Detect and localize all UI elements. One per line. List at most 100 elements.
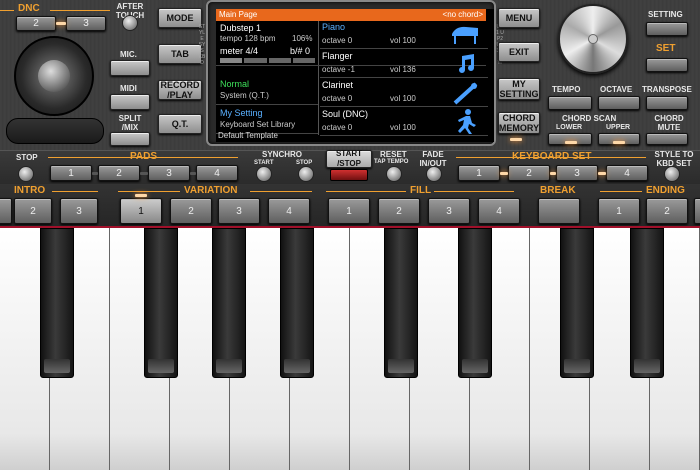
record-play-button[interactable]: RECORD /PLAY	[158, 80, 202, 100]
octave-label: OCTAVE	[600, 85, 633, 94]
black-key[interactable]	[40, 228, 74, 378]
set-button[interactable]	[646, 58, 688, 72]
variation-4[interactable]: 4	[268, 198, 310, 224]
keyboard	[0, 228, 700, 470]
jog-wheel[interactable]	[14, 36, 94, 116]
transpose-button[interactable]	[646, 96, 688, 110]
display-footer: Default Template	[218, 131, 278, 140]
pad-stop-knob[interactable]	[18, 166, 34, 182]
my-setting-button[interactable]: MY SETTING	[498, 78, 540, 100]
kbd-set-led-2	[550, 172, 556, 175]
kbd-set-3[interactable]: 3	[556, 165, 598, 181]
part-octave: octave 0	[322, 94, 353, 103]
arranger-app: DNC 2 3 AFTER TOUCH MIC. MIDI SPLIT /MIX…	[0, 0, 700, 470]
reset-knob[interactable]	[386, 166, 402, 182]
split-mix-button[interactable]	[110, 132, 150, 146]
pad-3[interactable]: 3	[148, 165, 190, 181]
dial[interactable]	[558, 4, 628, 74]
setting-label: SETTING	[648, 10, 683, 19]
kbd-set-1[interactable]: 1	[458, 165, 500, 181]
pad-led-3	[190, 172, 196, 175]
beat-indicator	[220, 58, 315, 63]
fill-1[interactable]: 1	[328, 198, 370, 224]
synchro-stop-knob[interactable]	[298, 166, 314, 182]
chord-mute-button[interactable]	[646, 133, 688, 145]
chord-memory-led	[510, 138, 522, 141]
qt-button[interactable]: Q.T.	[158, 114, 202, 134]
synchro-start-knob[interactable]	[256, 166, 272, 182]
chord-scan-upper-led	[613, 141, 625, 144]
jog-wheel-center	[38, 60, 70, 92]
synchro-label: SYNCHRO	[262, 150, 303, 159]
pad-1[interactable]: 1	[50, 165, 92, 181]
black-key[interactable]	[212, 228, 246, 378]
ending-1[interactable]: 1	[598, 198, 640, 224]
chord-scan-lower-led	[565, 141, 577, 144]
black-key[interactable]	[630, 228, 664, 378]
tempo-down-button[interactable]	[548, 96, 592, 110]
mic-button[interactable]	[110, 60, 150, 76]
intro-3[interactable]: 3	[60, 198, 98, 224]
transpose-label: TRANSPOSE	[642, 85, 692, 94]
fill-3[interactable]: 3	[428, 198, 470, 224]
pad-4[interactable]: 4	[196, 165, 238, 181]
after-touch-knob[interactable]	[122, 15, 138, 31]
fade-knob[interactable]	[426, 166, 442, 182]
chord-memory-button[interactable]: CHORD MEMORY	[498, 112, 540, 134]
dnc-button-3[interactable]: 3	[66, 16, 106, 31]
touch-pad[interactable]	[6, 118, 104, 144]
display-header[interactable]: Main Page <no chord>	[216, 9, 486, 21]
variation-2[interactable]: 2	[170, 198, 212, 224]
black-key[interactable]	[384, 228, 418, 378]
mode-button[interactable]: MODE	[158, 8, 202, 28]
variation-1[interactable]: 1	[120, 198, 162, 224]
ending-3-edge[interactable]	[694, 198, 700, 224]
start-stop-button[interactable]: START /STOP	[326, 149, 372, 168]
keyboard-set-row[interactable]: My Setting Keyboard Set Library	[216, 106, 318, 134]
pad-led-1	[92, 172, 98, 175]
black-key[interactable]	[280, 228, 314, 378]
note-icon	[459, 54, 474, 73]
style-tempo: tempo 128 bpm	[220, 34, 276, 43]
exit-button[interactable]: EXIT	[498, 42, 540, 62]
part-row-lower[interactable]: Soul (DNC) octave 0 vol 100	[320, 108, 488, 136]
black-key[interactable]	[560, 228, 594, 378]
break-button[interactable]	[538, 198, 580, 224]
style-to-kbd-knob[interactable]	[664, 166, 680, 182]
black-key[interactable]	[144, 228, 178, 378]
fill-2[interactable]: 2	[378, 198, 420, 224]
midi-button[interactable]	[110, 94, 150, 110]
ending-label: ENDING	[646, 185, 685, 196]
octave-button[interactable]	[598, 96, 640, 110]
display-screen: Main Page <no chord> Dubstep 1 tempo 128…	[216, 9, 494, 142]
variation-3[interactable]: 3	[218, 198, 260, 224]
part-volume: vol 100	[390, 94, 416, 103]
kbd-set-2[interactable]: 2	[508, 165, 550, 181]
intro-2[interactable]: 2	[14, 198, 52, 224]
intro-1-edge[interactable]	[0, 198, 12, 224]
part-octave: octave 0	[322, 123, 353, 132]
dnc-led	[56, 22, 66, 25]
menu-button[interactable]: MENU	[498, 8, 540, 28]
dnc-button-2[interactable]: 2	[16, 16, 56, 31]
system-row[interactable]: Normal System (Q.T.)	[216, 77, 318, 105]
setting-button[interactable]	[646, 22, 688, 36]
style-transpose: b/# 0	[290, 46, 311, 56]
fill-4[interactable]: 4	[478, 198, 520, 224]
tab-button[interactable]: TAB	[158, 44, 202, 64]
split-mix-label: SPLIT /MIX	[118, 114, 142, 132]
fill-line	[326, 191, 406, 192]
part-row-upper1[interactable]: Piano octave 0 vol 100	[320, 21, 488, 49]
fill-label: FILL	[410, 185, 432, 196]
ending-line	[600, 191, 642, 192]
dancer-icon	[458, 109, 476, 134]
part-name: Flanger	[322, 51, 353, 61]
ending-2[interactable]: 2	[646, 198, 688, 224]
upper-label: UPPER	[606, 124, 631, 131]
part-row-upper3[interactable]: Clarinet octave 0 vol 100	[320, 79, 488, 107]
pad-2[interactable]: 2	[98, 165, 140, 181]
keyboard-set-line	[456, 157, 646, 158]
kbd-set-4[interactable]: 4	[606, 165, 648, 181]
part-row-upper2[interactable]: Flanger octave -1 vol 136	[320, 50, 488, 78]
black-key[interactable]	[458, 228, 492, 378]
